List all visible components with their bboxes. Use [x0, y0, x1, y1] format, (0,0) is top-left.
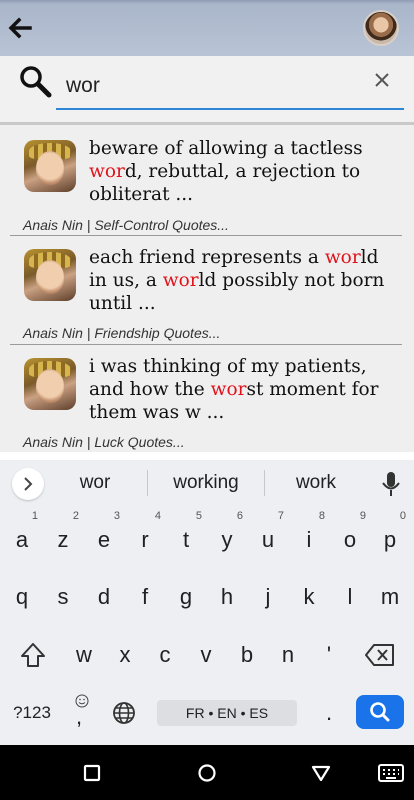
system-nav-bar	[0, 745, 414, 800]
key-z[interactable]: 2z	[43, 510, 83, 560]
key-e[interactable]: 3e	[84, 510, 124, 560]
key-apostrophe[interactable]: '	[309, 635, 349, 675]
author-thumbnail	[24, 358, 76, 410]
search-icon	[370, 702, 390, 722]
key-f[interactable]: f	[125, 577, 165, 617]
emoji-comma-key[interactable]: ,	[70, 692, 94, 732]
app-screen: beware of allowing a tactless word, rebu…	[0, 0, 414, 800]
key-a[interactable]: 1a	[2, 510, 42, 560]
key-n[interactable]: n	[268, 635, 308, 675]
key-i[interactable]: 8i	[289, 510, 329, 560]
globe-icon[interactable]	[112, 701, 136, 725]
author-thumbnail	[24, 140, 76, 192]
expand-toolbar-button[interactable]	[12, 468, 44, 500]
app-bar	[0, 0, 414, 56]
key-k[interactable]: k	[289, 577, 329, 617]
key-d[interactable]: d	[84, 577, 124, 617]
key-m[interactable]: m	[370, 577, 410, 617]
suggestion-strip: wor working work	[0, 460, 414, 508]
space-key[interactable]: FR • EN • ES	[157, 700, 297, 726]
square-icon[interactable]	[80, 761, 104, 785]
chevron-right-icon	[24, 477, 33, 491]
microphone-icon[interactable]	[380, 470, 402, 498]
soft-keyboard: wor working work 1a 2z 3e 4r 5t 6y 7u 8i…	[0, 460, 414, 745]
shift-icon[interactable]	[19, 641, 47, 669]
key-h[interactable]: h	[207, 577, 247, 617]
quote-source: Anais Nin | Self-Control Quotes...	[23, 217, 229, 233]
close-icon[interactable]	[371, 69, 393, 91]
key-u[interactable]: 7u	[248, 510, 288, 560]
key-g[interactable]: g	[166, 577, 206, 617]
suggestion-working[interactable]: working	[160, 472, 252, 494]
suggestion-wor[interactable]: wor	[60, 472, 130, 494]
search-action-key[interactable]	[356, 695, 404, 729]
key-j[interactable]: j	[248, 577, 288, 617]
triangle-back-icon[interactable]	[309, 761, 333, 785]
quote-source: Anais Nin | Friendship Quotes...	[23, 325, 221, 341]
list-item[interactable]: beware of allowing a tactless word, rebu…	[10, 125, 402, 236]
suggestion-work[interactable]: work	[276, 472, 356, 494]
quote-text: i was thinking of my patients, and how t…	[89, 356, 379, 423]
circle-home-icon[interactable]	[195, 761, 219, 785]
search-input[interactable]	[56, 64, 404, 110]
suggestion-divider	[147, 470, 148, 496]
key-o[interactable]: 9o	[330, 510, 370, 560]
magnifier-icon	[20, 66, 52, 98]
key-p[interactable]: 0p	[370, 510, 410, 560]
quote-text: each friend represents a world in us, a …	[89, 247, 385, 314]
search-bar	[0, 56, 414, 122]
key-l[interactable]: l	[330, 577, 370, 617]
key-c[interactable]: c	[145, 635, 185, 675]
symbols-key[interactable]: ?123	[8, 703, 56, 723]
backspace-icon[interactable]	[364, 643, 396, 667]
key-s[interactable]: s	[43, 577, 83, 617]
key-y[interactable]: 6y	[207, 510, 247, 560]
quote-source: Anais Nin | Luck Quotes...	[23, 434, 185, 450]
results-list: beware of allowing a tactless word, rebu…	[0, 122, 414, 452]
list-item[interactable]: i was thinking of my patients, and how t…	[10, 345, 402, 452]
key-q[interactable]: q	[2, 577, 42, 617]
arrow-left-icon[interactable]	[4, 12, 36, 44]
key-w[interactable]: w	[64, 635, 104, 675]
period-key[interactable]: .	[318, 700, 340, 726]
keyboard-icon[interactable]	[377, 761, 405, 785]
quote-text: beware of allowing a tactless word, rebu…	[89, 138, 363, 205]
list-item[interactable]: each friend represents a world in us, a …	[10, 236, 402, 345]
key-v[interactable]: v	[186, 635, 226, 675]
key-r[interactable]: 4r	[125, 510, 165, 560]
key-b[interactable]: b	[227, 635, 267, 675]
profile-avatar[interactable]	[363, 10, 399, 46]
key-x[interactable]: x	[105, 635, 145, 675]
key-t[interactable]: 5t	[166, 510, 206, 560]
suggestion-divider	[264, 470, 265, 496]
author-thumbnail	[24, 249, 76, 301]
